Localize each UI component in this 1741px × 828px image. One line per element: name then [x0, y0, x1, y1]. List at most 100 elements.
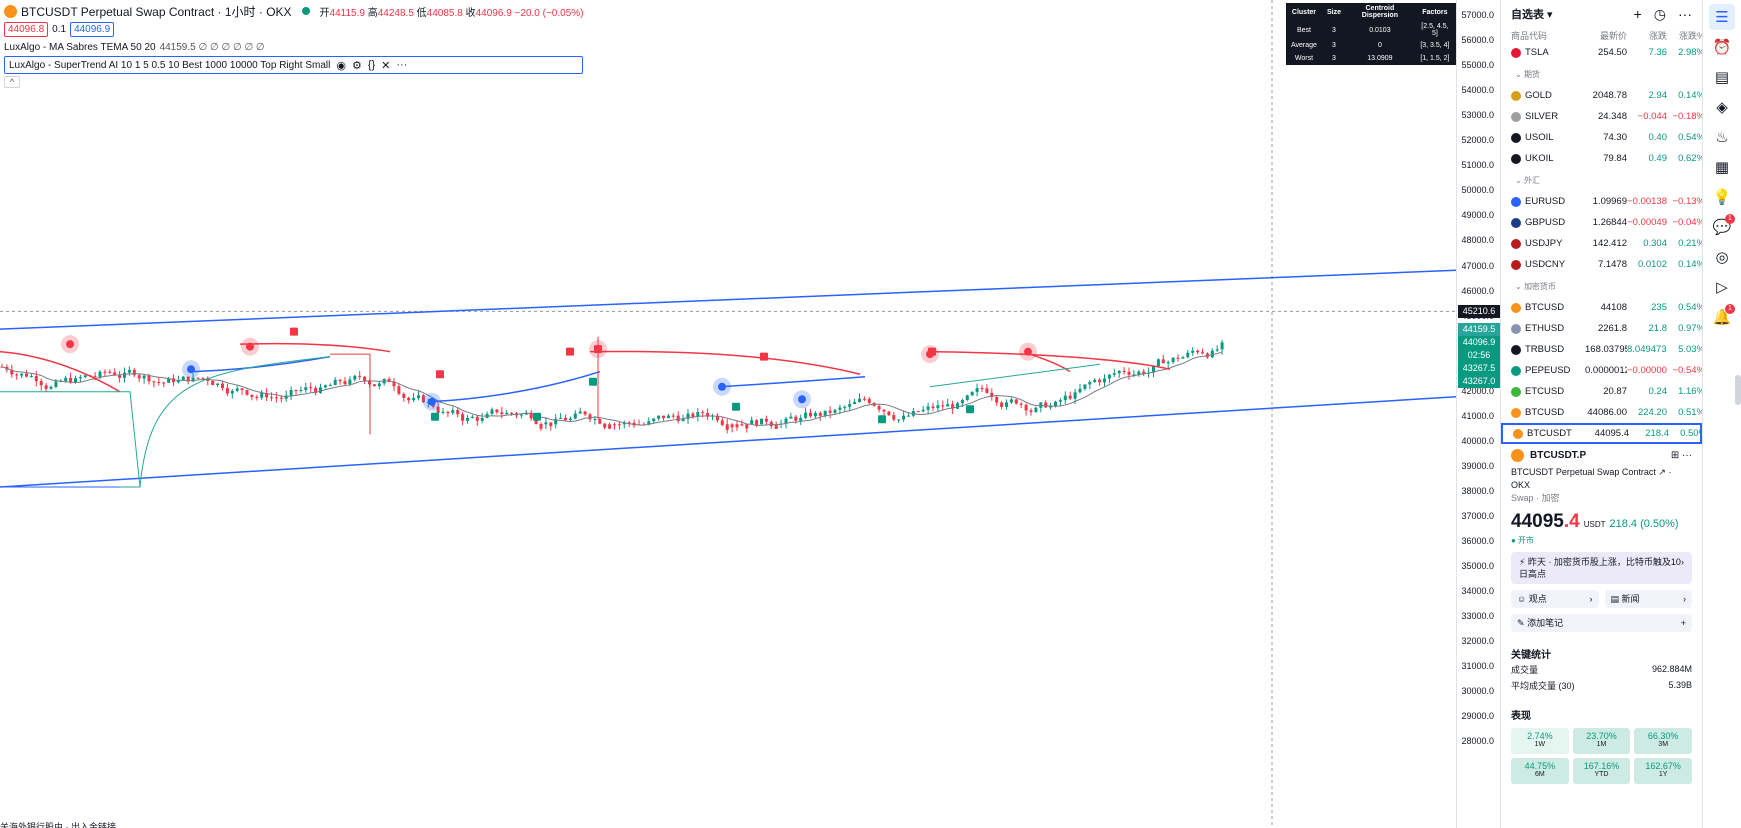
- close-icon[interactable]: ✕: [381, 59, 390, 72]
- candle-body: [417, 395, 420, 399]
- price-tag: 44096.9: [1458, 336, 1500, 349]
- price-axis[interactable]: 57000.0 56000.0 55000.0 54000.0 53000.0 52000…: [1456, 0, 1500, 828]
- symbol-logo-icon: [1511, 238, 1521, 249]
- candle-body: [289, 389, 293, 396]
- settings-icon[interactable]: ⚙: [352, 59, 362, 72]
- bottom-news-strip[interactable]: 关海外银行股由 · 出入金链接: [0, 820, 116, 828]
- watchlist-change: 224.20: [1637, 407, 1667, 418]
- play-icon[interactable]: ▷: [1709, 274, 1735, 300]
- watchlist-row[interactable]: SILVER 24.348 −0.044 −0.18%: [1501, 106, 1705, 127]
- ideas-icon[interactable]: 💡: [1709, 184, 1735, 210]
- eye-icon[interactable]: ◉: [336, 59, 346, 72]
- watchlist-row[interactable]: USOIL 74.30 0.40 0.54%: [1501, 127, 1705, 148]
- watchlist-header: 自选表 ▾ + ◷ ···: [1501, 0, 1702, 28]
- news-list-icon[interactable]: ▤: [1709, 64, 1735, 90]
- ohlc-values: 开44115.9 高44248.5 低44085.8 收44096.9 −20.…: [319, 7, 584, 19]
- chart-pane[interactable]: BTCUSDT Perpetual Swap Contract · 1小时 · …: [0, 0, 1456, 828]
- price-tick: 57000.0: [1461, 10, 1494, 20]
- external-link-icon[interactable]: ↗: [1658, 467, 1666, 477]
- candle-body: [343, 381, 347, 385]
- layers-icon[interactable]: ◈: [1709, 94, 1735, 120]
- signal-label: [594, 345, 602, 354]
- indicator-supertrend-ai[interactable]: LuxAlgo - SuperTrend AI 10 1 5 0.5 10 Be…: [4, 56, 584, 74]
- sell-button[interactable]: 44096.8: [4, 21, 49, 37]
- price-tick: 53000.0: [1461, 110, 1494, 121]
- watchlist-row[interactable]: ETCUSD 20.87 0.24 1.16%: [1501, 381, 1705, 402]
- price-tick: 32000.0: [1461, 636, 1494, 647]
- channel-upper-line: [0, 269, 1456, 330]
- candle-body: [848, 404, 852, 407]
- watchlist-change-pct: 0.54%: [1678, 302, 1705, 313]
- candle-body: [123, 372, 126, 378]
- add-note-button[interactable]: ✎ 添加笔记 +: [1511, 614, 1692, 632]
- watchlist-title[interactable]: 自选表 ▾: [1511, 6, 1553, 22]
- watchlist-row[interactable]: GOLD 2048.78 2.94 0.14%: [1501, 85, 1705, 106]
- news-headline[interactable]: ⚡ 昨天 · 加密货币股上涨，比特币触及10 日高点 ›: [1511, 552, 1692, 584]
- watchlist-section-header[interactable]: ⌄ 期货: [1501, 63, 1702, 85]
- indicator-ma-sabres-values: 44159.5 ∅ ∅ ∅ ∅ ∅ ∅: [159, 41, 265, 53]
- broadcast-icon[interactable]: ◎: [1709, 244, 1735, 270]
- more-icon[interactable]: ···: [396, 59, 407, 71]
- candle-body: [519, 414, 523, 416]
- ideas-button[interactable]: ☺ 观点 ›: [1511, 590, 1599, 608]
- candle-body: [1186, 352, 1190, 358]
- indicator-ma-sabres[interactable]: LuxAlgo - MA Sabres TEMA 50 20 44159.5 ∅…: [4, 38, 583, 56]
- watchlist-change-pct: 0.54%: [1678, 132, 1705, 143]
- candle-body: [941, 405, 945, 407]
- watchlist-section-header[interactable]: ⌄ 加密货币: [1501, 275, 1702, 297]
- collapse-legend-button[interactable]: ^: [4, 76, 20, 88]
- chat-icon[interactable]: 💬 1: [1709, 214, 1735, 240]
- channel-lower-line: [0, 396, 1456, 488]
- candle-body: [470, 416, 474, 418]
- panel-resize-handle[interactable]: [1735, 375, 1741, 405]
- grid-icon[interactable]: ⊞ ···: [1671, 450, 1692, 461]
- watchlist-row[interactable]: USDCNY 7.1478 0.0102 0.14%: [1501, 254, 1705, 275]
- watchlist-row[interactable]: EURUSD 1.09969 −0.00138 −0.13%: [1501, 191, 1705, 212]
- candle-body: [573, 413, 577, 419]
- candle-body: [858, 398, 861, 402]
- price-tag: 44159.5: [1458, 323, 1500, 336]
- price-tick: 36000.0: [1461, 536, 1494, 547]
- watchlist-last: 24.348: [1597, 111, 1627, 122]
- source-code-icon[interactable]: {}: [368, 59, 375, 71]
- alarm-icon[interactable]: ⏰: [1709, 34, 1735, 60]
- candle-body: [1215, 349, 1219, 351]
- watchlist-row[interactable]: GBPUSD 1.26844 −0.00049 −0.04%: [1501, 212, 1705, 233]
- symbol-title[interactable]: BTCUSDT Perpetual Swap Contract · 1小时 · …: [21, 3, 292, 20]
- watchlist-row[interactable]: USDJPY 142.412 0.304 0.21%: [1501, 233, 1705, 254]
- candle-body: [843, 406, 847, 408]
- watchlist-change: 8.0494736: [1627, 344, 1667, 355]
- buy-button[interactable]: 44096.9: [70, 21, 115, 37]
- watchlist-row[interactable]: BTCUSD 44086.00 224.20 0.51%: [1501, 402, 1705, 423]
- performance-cell: 2.74% 1W: [1511, 728, 1569, 754]
- watchlist-icon[interactable]: ☰: [1709, 4, 1735, 30]
- news-button[interactable]: ▤ 新闻 ›: [1604, 590, 1692, 608]
- candle-body: [985, 388, 989, 393]
- watchlist-row[interactable]: ETHUSD 2261.8 21.8 0.97%: [1501, 318, 1705, 339]
- price-chart[interactable]: [0, 0, 1456, 828]
- add-symbol-icon[interactable]: +: [1634, 6, 1642, 23]
- notification-icon[interactable]: 🔔 1: [1709, 304, 1735, 330]
- candle-body: [412, 398, 416, 401]
- more-icon[interactable]: ···: [1678, 6, 1692, 23]
- watchlist-row[interactable]: TSLA 254.50 7.36 2.98%: [1501, 42, 1705, 63]
- watchlist-row[interactable]: UKOIL 79.84 0.49 0.62%: [1501, 148, 1705, 169]
- watchlist-row[interactable]: BTCUSDT 44095.4 218.4 0.50%: [1501, 423, 1707, 444]
- details-symbol[interactable]: BTCUSDT.P: [1530, 450, 1586, 461]
- signal-dot: [187, 365, 195, 374]
- hotlist-icon[interactable]: ♨: [1709, 124, 1735, 150]
- watchlist-symbol: SILVER: [1511, 111, 1585, 122]
- candle-body: [730, 424, 734, 428]
- candle-body: [593, 419, 597, 421]
- watchlist-row[interactable]: TRBUSD168.037958.0494736 5.03%: [1501, 339, 1705, 360]
- price-tick: 35000.0: [1461, 561, 1494, 572]
- watchlist-row[interactable]: BTCUSD 44108 235 0.54%: [1501, 297, 1705, 318]
- clock-icon[interactable]: ◷: [1654, 6, 1666, 23]
- symbol-logo-icon: [1511, 259, 1521, 270]
- watchlist-change: −0.000000: [1627, 365, 1667, 376]
- candle-body: [1181, 357, 1185, 359]
- calendar-icon[interactable]: ▦: [1709, 154, 1735, 180]
- watchlist-row[interactable]: PEPEUSD0.0000012−0.000000 −0.54%: [1501, 360, 1705, 381]
- watchlist-section-header[interactable]: ⌄ 外汇: [1501, 169, 1702, 191]
- candle-body: [818, 412, 822, 416]
